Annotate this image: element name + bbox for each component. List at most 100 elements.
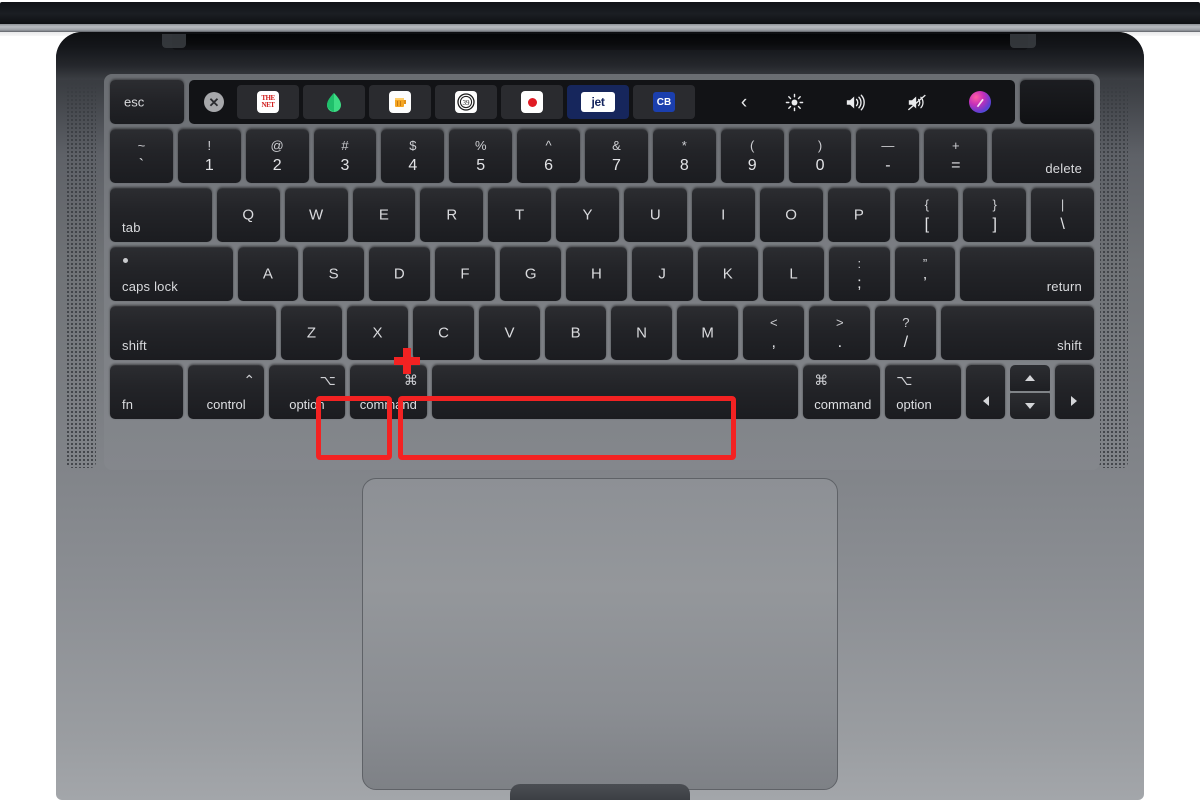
key-arrow-down[interactable]: [1010, 393, 1050, 419]
leaf-app-icon: [323, 91, 345, 113]
brightness-icon: [785, 93, 804, 112]
key-u[interactable]: U: [623, 188, 687, 242]
key-period[interactable]: >.: [809, 306, 871, 360]
key-bracket-left[interactable]: {[: [895, 188, 959, 242]
key-4[interactable]: $4: [381, 129, 445, 183]
keyboard-row-bottom-letters: shift Z X C V B N M <, >. ? / shift: [110, 306, 1094, 360]
macbook-keyboard-photo: esc ✕ THE NET 39 jet CB ‹ ~ ` ! 1 @ 2 # …: [0, 0, 1200, 800]
touch-bar-expand-button[interactable]: ‹: [727, 85, 761, 119]
key-arrow-right[interactable]: [1054, 365, 1094, 419]
key-z[interactable]: Z: [281, 306, 343, 360]
key-tilde[interactable]: ~ `: [110, 129, 173, 183]
key-b[interactable]: B: [545, 306, 607, 360]
touch-bar-app-badge[interactable]: 39: [435, 85, 497, 119]
close-circle-icon: ✕: [204, 92, 224, 112]
key-delete[interactable]: delete: [992, 129, 1094, 183]
speaker-grille-left: [66, 78, 96, 468]
key-y[interactable]: Y: [556, 188, 619, 242]
touch-bar-strip[interactable]: ✕ THE NET 39 jet CB ‹: [189, 80, 1015, 124]
touch-bar-app-leaf[interactable]: [303, 85, 365, 119]
key-e[interactable]: E: [352, 188, 416, 242]
key-control[interactable]: ⌃ control: [188, 365, 265, 419]
key-h[interactable]: H: [566, 247, 627, 301]
touch-bar-row: esc ✕ THE NET 39 jet CB ‹: [110, 80, 1094, 124]
arrow-vertical-pair: [1010, 365, 1050, 419]
key-c[interactable]: C: [413, 306, 475, 360]
key-w[interactable]: W: [284, 188, 348, 242]
key-t[interactable]: T: [488, 188, 552, 242]
key-equals[interactable]: + =: [924, 129, 988, 183]
key-caps-lock[interactable]: caps lock: [110, 247, 233, 301]
touch-bar-app-cup[interactable]: [369, 85, 431, 119]
hinge-foot-right: [1010, 34, 1036, 48]
key-l[interactable]: L: [763, 247, 824, 301]
key-9[interactable]: (9: [720, 129, 784, 183]
key-comma[interactable]: <,: [743, 306, 805, 360]
key-f[interactable]: F: [434, 247, 496, 301]
touch-bar-app-record[interactable]: [501, 85, 563, 119]
key-v[interactable]: V: [479, 306, 541, 360]
arrow-key-cluster: [966, 365, 1094, 419]
key-g[interactable]: G: [500, 247, 562, 301]
key-bracket-right[interactable]: }]: [963, 188, 1027, 242]
touch-bar-siri-button[interactable]: [951, 85, 1009, 119]
key-quote[interactable]: ”’: [894, 247, 956, 301]
key-q[interactable]: Q: [216, 188, 280, 242]
key-semicolon[interactable]: :;: [828, 247, 890, 301]
key-tab[interactable]: tab: [110, 188, 212, 242]
key-command-right[interactable]: ⌘ command: [803, 365, 881, 419]
key-fn[interactable]: fn: [110, 365, 184, 419]
option-symbol-icon: ⌥: [896, 372, 913, 388]
key-return[interactable]: return: [960, 247, 1094, 301]
key-esc[interactable]: esc: [110, 80, 184, 124]
command-symbol-icon: ⌘: [814, 372, 829, 388]
key-option-left[interactable]: ⌥ option: [269, 365, 345, 419]
touch-bar-app-cb[interactable]: CB: [633, 85, 695, 119]
key-8[interactable]: * 8: [652, 129, 716, 183]
key-7[interactable]: & 7: [585, 129, 648, 183]
key-3[interactable]: #3: [313, 129, 377, 183]
key-s[interactable]: S: [303, 247, 365, 301]
command-symbol-icon: ⌘: [403, 372, 418, 388]
key-space[interactable]: [431, 365, 799, 419]
key-j[interactable]: J: [631, 247, 693, 301]
touch-bar-app-net[interactable]: THE NET: [237, 85, 299, 119]
key-shift-right[interactable]: shift: [941, 306, 1094, 360]
key-i[interactable]: I: [691, 188, 755, 242]
key-o[interactable]: O: [759, 188, 823, 242]
key-option-right[interactable]: ⌥ option: [885, 365, 962, 419]
key-a[interactable]: A: [237, 247, 299, 301]
keyboard-row-numbers: ~ ` ! 1 @2 #3 $4 % 5 ^ 6 & 7 * 8 (9 ) 0 — - + = d…: [110, 129, 1094, 183]
jet-app-icon: jet: [581, 92, 615, 112]
key-p[interactable]: P: [827, 188, 891, 242]
volume-up-icon: [845, 93, 867, 112]
touch-bar-close-button[interactable]: ✕: [195, 85, 233, 119]
key-1[interactable]: ! 1: [177, 129, 241, 183]
badge-app-icon: 39: [455, 91, 477, 113]
key-shift-left[interactable]: shift: [110, 306, 277, 360]
key-m[interactable]: M: [677, 306, 739, 360]
key-d[interactable]: D: [369, 247, 430, 301]
touch-bar-app-jet[interactable]: jet: [567, 85, 629, 119]
key-arrow-up[interactable]: [1010, 365, 1050, 391]
trackpad[interactable]: [362, 478, 838, 790]
arrow-up-icon: [1025, 375, 1036, 381]
keyboard-row-top-letters: tab Q W E R T Y U I O P {[ }] | \: [110, 188, 1094, 242]
touch-id-key[interactable]: [1020, 80, 1094, 124]
touch-bar-volume-up-button[interactable]: [827, 85, 885, 119]
key-k[interactable]: K: [697, 247, 759, 301]
key-0[interactable]: ) 0: [788, 129, 852, 183]
key-2[interactable]: @2: [245, 129, 309, 183]
key-r[interactable]: R: [420, 188, 484, 242]
touch-bar-mute-button[interactable]: [889, 85, 947, 119]
key-minus[interactable]: — -: [856, 129, 920, 183]
key-slash[interactable]: ? /: [875, 306, 937, 360]
key-backslash[interactable]: | \: [1031, 188, 1094, 242]
arrow-down-icon: [1025, 403, 1036, 409]
touch-bar-brightness-button[interactable]: [765, 85, 823, 119]
key-6[interactable]: ^ 6: [517, 129, 581, 183]
key-n[interactable]: N: [611, 306, 673, 360]
key-arrow-left[interactable]: [966, 365, 1006, 419]
lid-edge-highlight: [0, 24, 1200, 32]
key-5[interactable]: % 5: [449, 129, 513, 183]
